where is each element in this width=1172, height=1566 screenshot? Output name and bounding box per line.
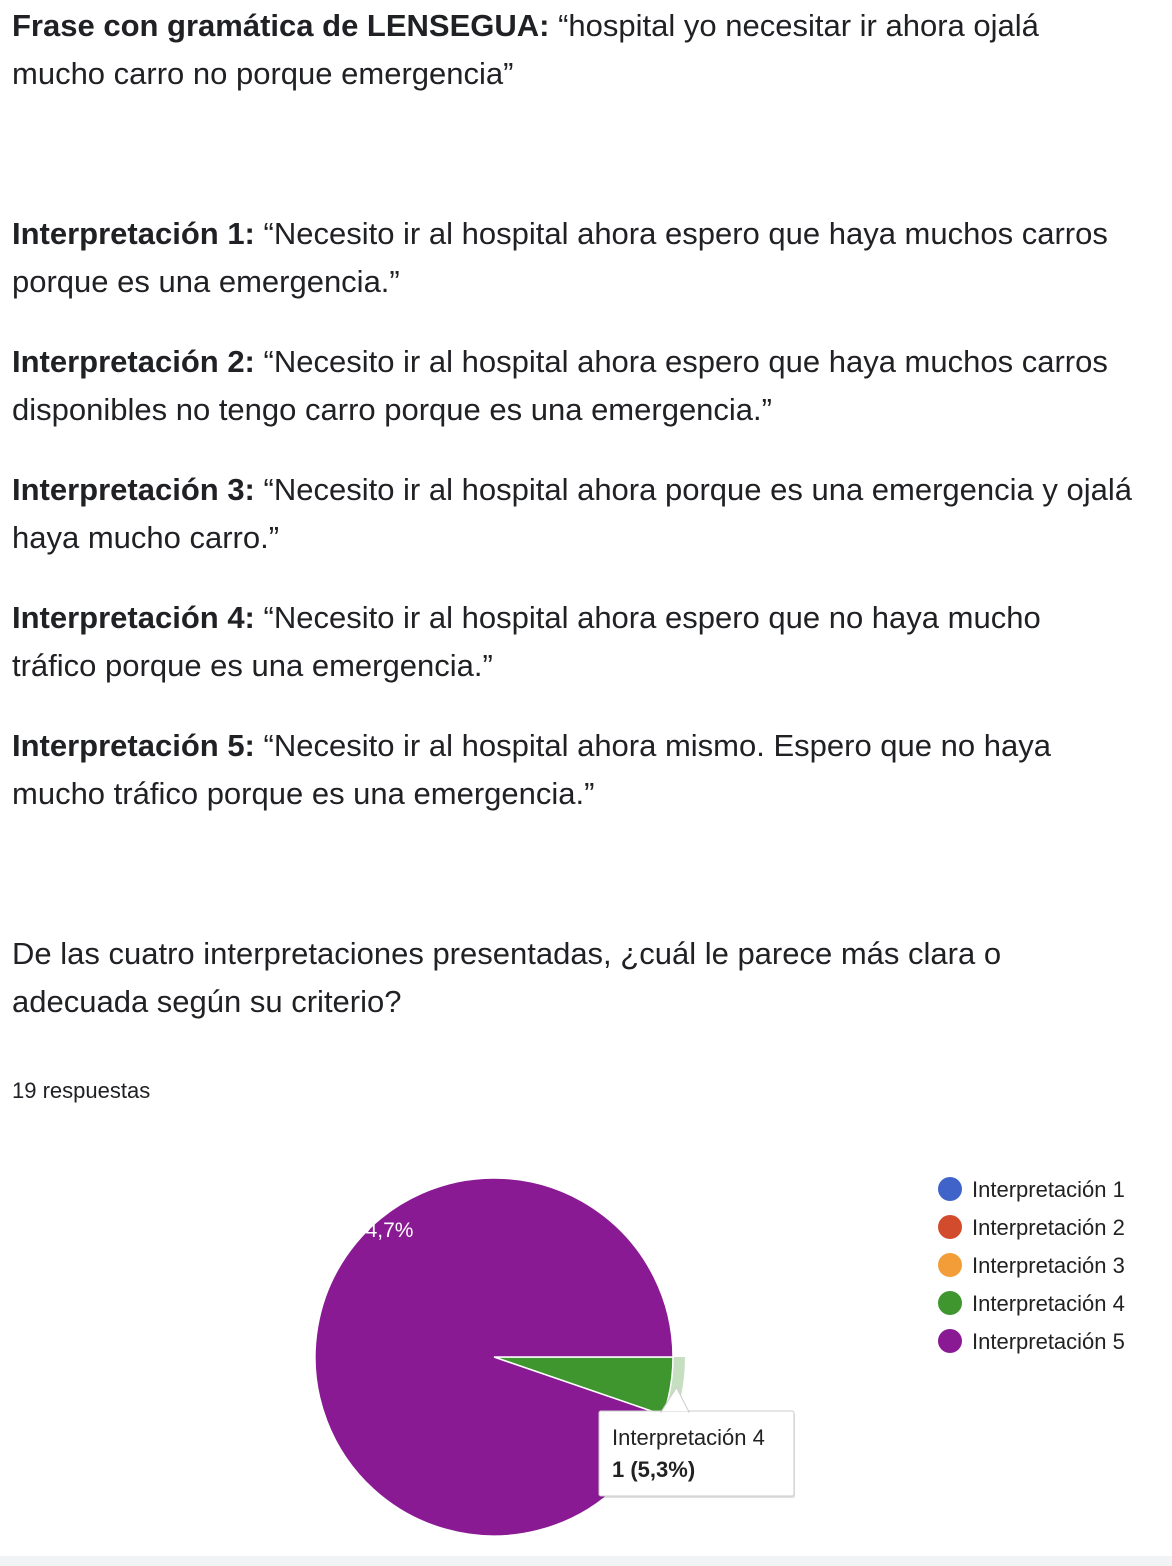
legend-label-interpretacion-2: Interpretación 2 — [972, 1215, 1125, 1240]
tooltip-pointer-join — [662, 1412, 688, 1415]
pie-chart: 94,7% Interpretación 1 Interpretación 2 Int… — [314, 1177, 1125, 1537]
tooltip-title: Interpretación 4 — [612, 1425, 765, 1450]
legend-label-interpretacion-3: Interpretación 3 — [972, 1253, 1125, 1278]
response-count: 19 respuestas — [12, 1078, 151, 1103]
interpretation-label: Interpretación 5: — [12, 728, 255, 763]
legend-swatch-interpretacion-1 — [938, 1177, 962, 1201]
interpretation-1: Interpretación 1: “Necesito ir al hospit… — [12, 210, 1132, 306]
footer-strip — [0, 1556, 1172, 1566]
legend-swatch-interpretacion-4 — [938, 1291, 962, 1315]
legend-swatch-interpretacion-3 — [938, 1253, 962, 1277]
tooltip-box — [598, 1410, 795, 1497]
survey-question: De las cuatro interpretaciones presentad… — [12, 936, 1002, 1019]
legend-label-interpretacion-1: Interpretación 1 — [972, 1177, 1125, 1202]
legend-label-interpretacion-4: Interpretación 4 — [972, 1291, 1125, 1316]
legend-swatch-interpretacion-2 — [938, 1215, 962, 1239]
interpretation-2: Interpretación 2: “Necesito ir al hospit… — [12, 338, 1132, 434]
interpretation-label: Interpretación 3: — [12, 472, 255, 507]
interpretation-label: Interpretación 1: — [12, 216, 255, 251]
statement-label: Frase con gramática de LENSEGUA: — [12, 8, 550, 43]
interpretation-label: Interpretación 4: — [12, 600, 255, 635]
interpretation-5: Interpretación 5: “Necesito ir al hospit… — [12, 722, 1132, 818]
legend-label-interpretacion-5: Interpretación 5 — [972, 1329, 1125, 1354]
interpretation-3: Interpretación 3: “Necesito ir al hospit… — [12, 466, 1132, 562]
slice-percent-label: 94,7% — [354, 1219, 414, 1242]
interpretation-label: Interpretación 2: — [12, 344, 255, 379]
tooltip-value: 1 (5,3%) — [612, 1457, 695, 1482]
lensegua-statement: Frase con gramática de LENSEGUA: “hospit… — [12, 2, 1132, 98]
interpretation-4: Interpretación 4: “Necesito ir al hospit… — [12, 594, 1132, 690]
legend-swatch-interpretacion-5 — [938, 1329, 962, 1353]
